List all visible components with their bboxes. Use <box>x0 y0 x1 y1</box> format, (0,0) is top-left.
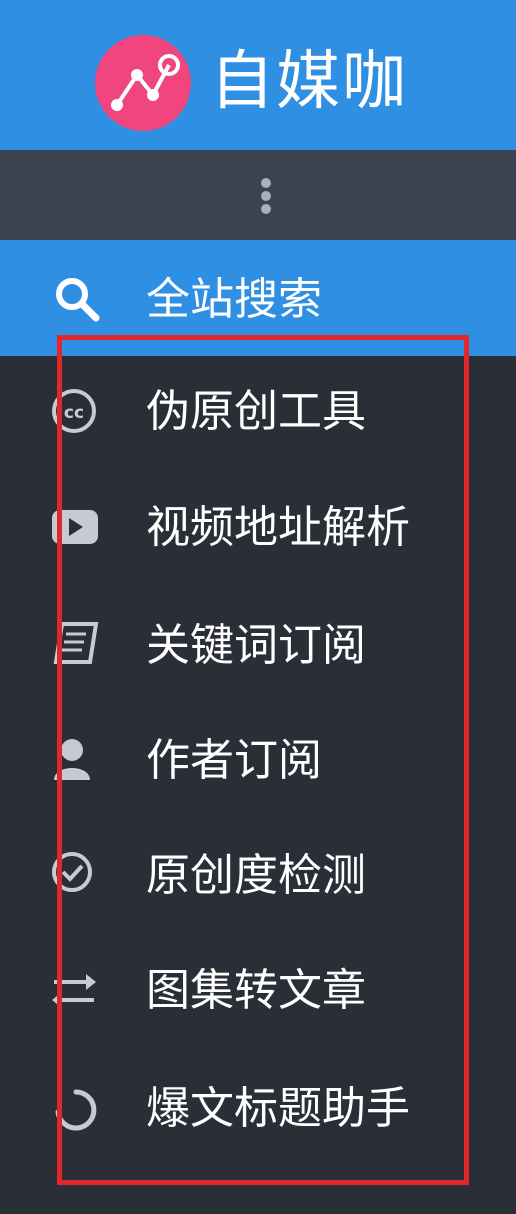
video-play-icon <box>50 506 106 562</box>
search-icon <box>50 272 106 328</box>
user-icon <box>50 736 106 792</box>
cc-icon: cc <box>50 389 106 445</box>
exchange-arrows-icon <box>50 970 106 1026</box>
sidebar-menu: 全站搜索 cc 伪原创工具 视频地址解析 关键词订阅 作者订阅 原创度检测 图集… <box>0 240 516 1214</box>
sidebar-item-video-url-parse[interactable]: 视频地址解析 <box>0 472 516 588</box>
app-header: 自媒咖 <box>0 0 516 150</box>
sidebar-item-label: 视频地址解析 <box>146 502 410 553</box>
sidebar-item-label: 图集转文章 <box>146 965 366 1016</box>
sidebar-item-gallery-to-article[interactable]: 图集转文章 <box>0 936 516 1052</box>
logo[interactable] <box>95 35 191 131</box>
sidebar-item-site-search[interactable]: 全站搜索 <box>0 240 516 356</box>
sidebar-item-label: 原创度检测 <box>146 850 366 901</box>
svg-text:cc: cc <box>64 403 84 423</box>
sidebar-item-keyword-subscribe[interactable]: 关键词订阅 <box>0 588 516 704</box>
sidebar-item-hot-title-assistant[interactable]: 爆文标题助手 <box>0 1052 516 1168</box>
vertical-ellipsis-icon[interactable] <box>261 178 271 218</box>
notebook-icon <box>50 622 106 678</box>
sidebar-item-author-subscribe[interactable]: 作者订阅 <box>0 704 516 820</box>
sidebar-item-label: 伪原创工具 <box>146 386 366 437</box>
sidebar-item-label: 全站搜索 <box>146 274 322 325</box>
graph-nodes-logo-icon <box>111 54 180 111</box>
spinner-icon <box>50 1088 106 1144</box>
sidebar-item-label: 作者订阅 <box>146 735 322 786</box>
sidebar-item-label: 爆文标题助手 <box>146 1083 410 1134</box>
brand-name: 自媒咖 <box>210 45 408 119</box>
sidebar-item-originality-check[interactable]: 原创度检测 <box>0 820 516 936</box>
more-options-bar[interactable] <box>0 150 516 240</box>
sidebar-item-pseudo-original-tool[interactable]: cc 伪原创工具 <box>0 356 516 472</box>
sidebar-item-label: 关键词订阅 <box>146 620 366 671</box>
check-circle-icon <box>50 850 106 906</box>
